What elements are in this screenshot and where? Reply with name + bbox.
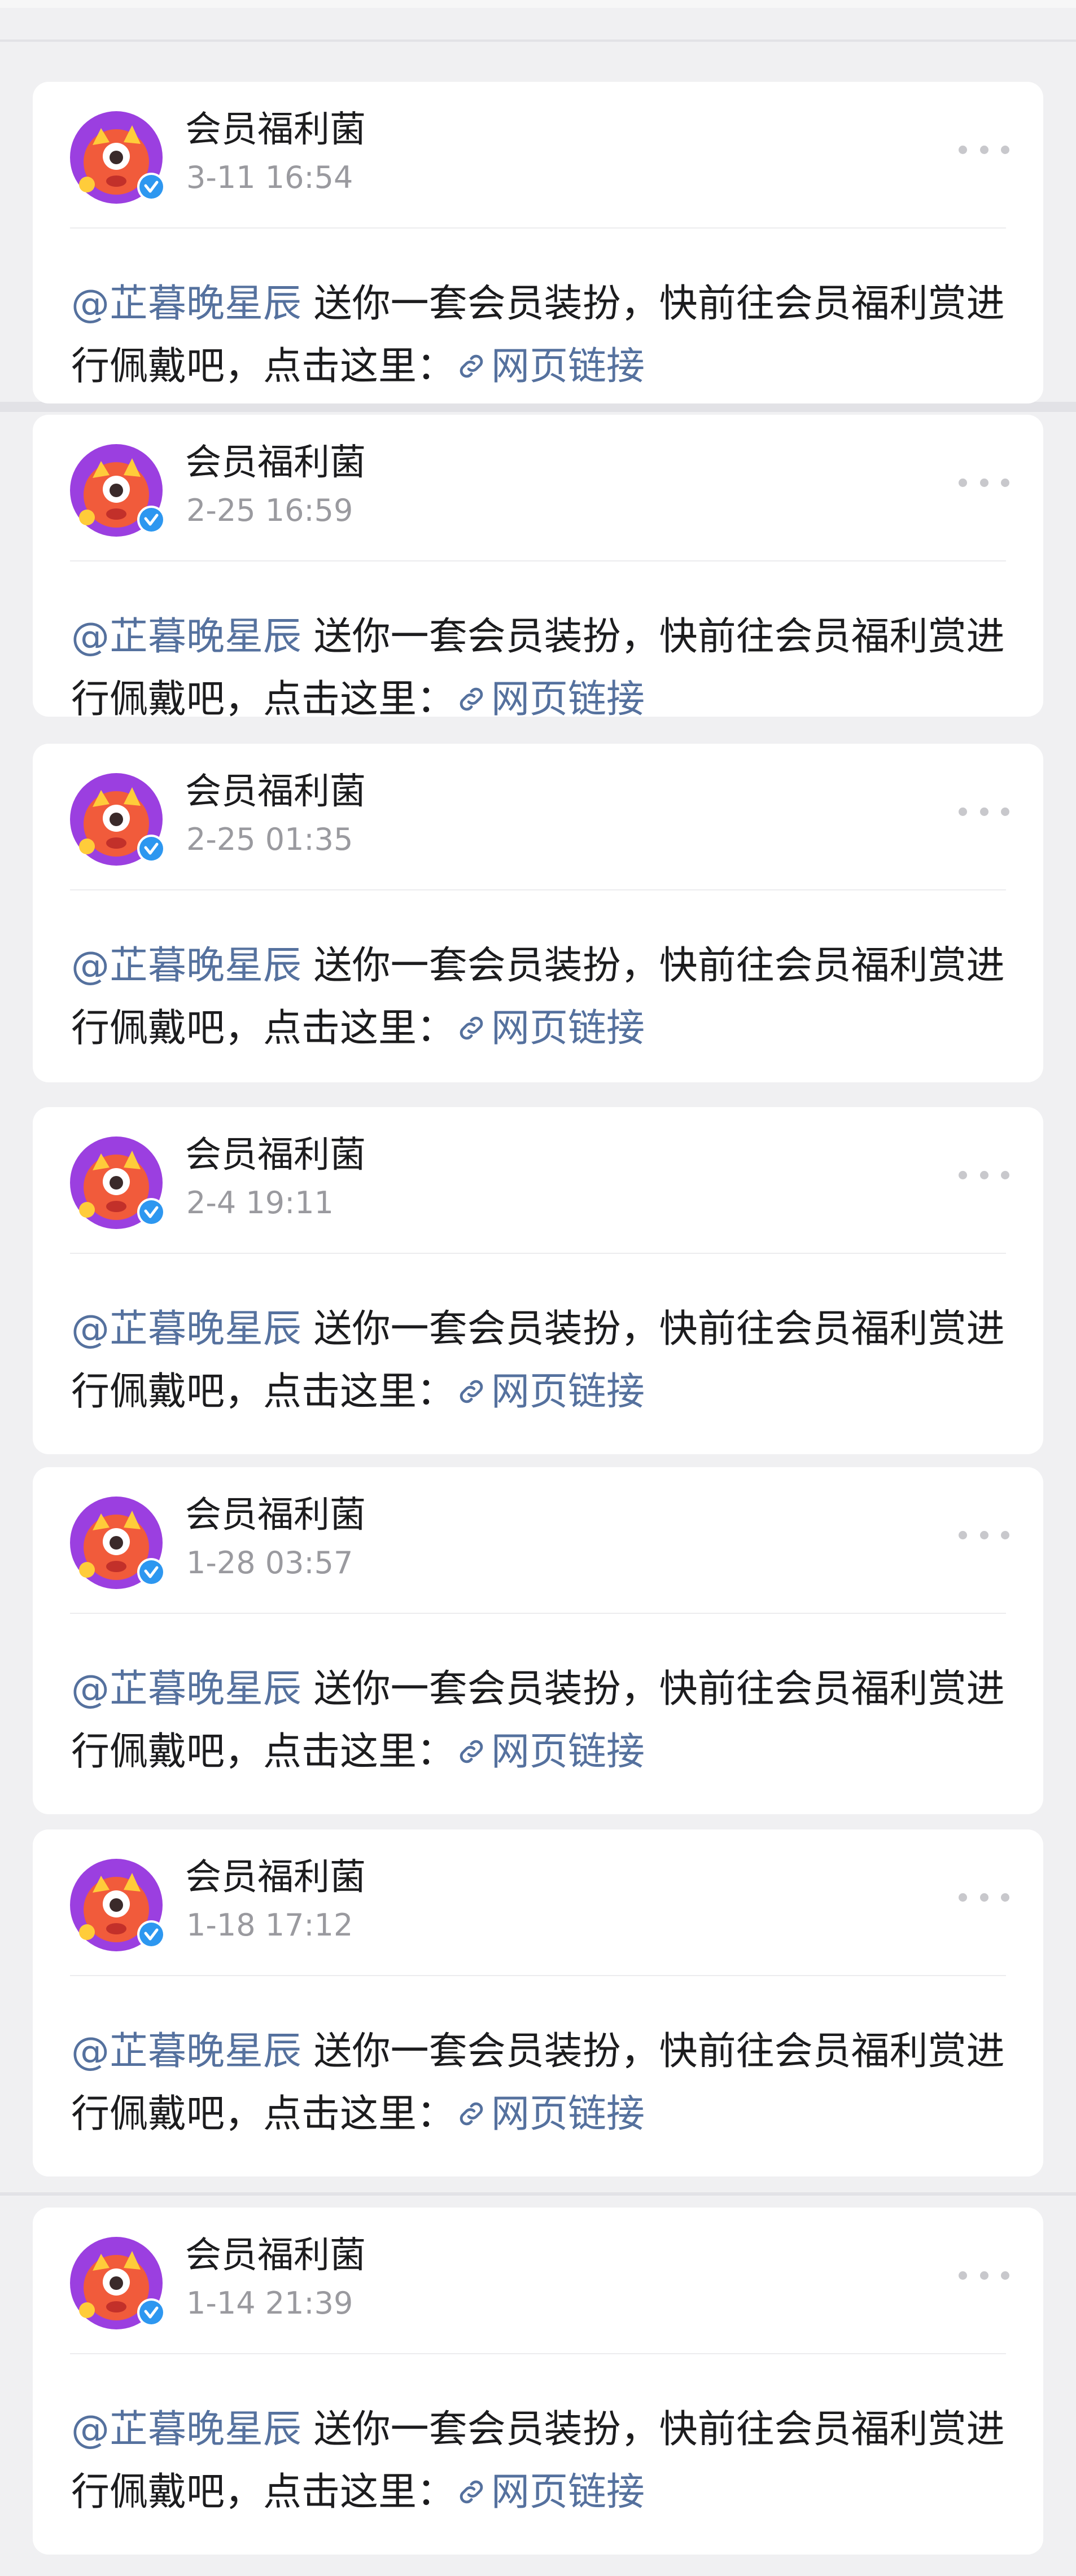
link-icon bbox=[455, 344, 491, 389]
message-text: @芷暮晚星辰 送你一套会员装扮，快前往会员福利赏进行佩戴吧，点击这里： 网页链接 bbox=[71, 1298, 1020, 1423]
message-text: @芷暮晚星辰 送你一套会员装扮，快前往会员福利赏进行佩戴吧，点击这里： 网页链接 bbox=[71, 934, 1020, 1060]
web-link[interactable]: 网页链接 bbox=[455, 677, 645, 717]
message-card[interactable]: 会员福利菌 2-25 01:35 @芷暮晚星辰 送你一套会员装扮，快前往会员福利… bbox=[33, 744, 1043, 1082]
post-time: 1-18 17:12 bbox=[186, 1907, 353, 1943]
post-time: 2-25 01:35 bbox=[186, 822, 353, 857]
top-nav-bar-edge bbox=[0, 0, 1076, 8]
divider bbox=[70, 1613, 1006, 1614]
page-separator bbox=[0, 2192, 1076, 2196]
more-dots-icon[interactable] bbox=[959, 1529, 1009, 1541]
message-card[interactable]: 会员福利菌 1-14 21:39 @芷暮晚星辰 送你一套会员装扮，快前往会员福利… bbox=[33, 2208, 1043, 2555]
avatar[interactable] bbox=[70, 1497, 165, 1590]
web-link-label: 网页链接 bbox=[491, 2470, 645, 2514]
web-link[interactable]: 网页链接 bbox=[455, 2092, 645, 2136]
avatar[interactable] bbox=[70, 773, 165, 866]
message-card[interactable]: 会员福利菌 1-18 17:12 @芷暮晚星辰 送你一套会员装扮，快前往会员福利… bbox=[33, 1829, 1043, 2176]
author-name[interactable]: 会员福利菌 bbox=[185, 104, 366, 155]
mention-link[interactable]: @芷暮晚星辰 bbox=[71, 282, 301, 326]
message-card[interactable]: 会员福利菌 3-11 16:54 @芷暮晚星辰 送你一套会员装扮，快前往会员福利… bbox=[33, 82, 1043, 403]
avatar[interactable] bbox=[70, 444, 165, 537]
mention-link[interactable]: @芷暮晚星辰 bbox=[71, 943, 301, 988]
avatar[interactable] bbox=[70, 1859, 165, 1952]
web-link[interactable]: 网页链接 bbox=[455, 1730, 645, 1774]
web-link[interactable]: 网页链接 bbox=[455, 2470, 645, 2514]
post-time: 2-25 16:59 bbox=[186, 493, 353, 528]
verified-badge-icon bbox=[136, 833, 167, 866]
author-name[interactable]: 会员福利菌 bbox=[185, 1130, 366, 1181]
author-name[interactable]: 会员福利菌 bbox=[185, 1490, 366, 1541]
link-icon bbox=[455, 1730, 491, 1774]
link-icon bbox=[455, 2092, 491, 2136]
link-icon bbox=[455, 2470, 491, 2514]
avatar[interactable] bbox=[70, 1136, 165, 1230]
verified-badge-icon bbox=[136, 1919, 167, 1952]
web-link-label: 网页链接 bbox=[491, 1370, 645, 1414]
more-dots-icon[interactable] bbox=[959, 1892, 1009, 1903]
more-dots-icon[interactable] bbox=[959, 144, 1009, 155]
verified-badge-icon bbox=[136, 504, 167, 537]
web-link-label: 网页链接 bbox=[491, 1006, 645, 1051]
link-icon bbox=[455, 1006, 491, 1051]
mention-link[interactable]: @芷暮晚星辰 bbox=[71, 615, 301, 659]
mention-link[interactable]: @芷暮晚星辰 bbox=[71, 2029, 301, 2074]
link-icon bbox=[455, 1370, 491, 1414]
message-card[interactable]: 会员福利菌 2-4 19:11 @芷暮晚星辰 送你一套会员装扮，快前往会员福利赏… bbox=[33, 1107, 1043, 1454]
more-dots-icon[interactable] bbox=[959, 1169, 1009, 1181]
message-card[interactable]: 会员福利菌 2-25 16:59 @芷暮晚星辰 送你一套会员装扮，快前往会员福利… bbox=[33, 415, 1043, 717]
web-link[interactable]: 网页链接 bbox=[455, 344, 645, 389]
mention-link[interactable]: @芷暮晚星辰 bbox=[71, 1307, 301, 1351]
more-dots-icon[interactable] bbox=[959, 2270, 1009, 2281]
message-text: @芷暮晚星辰 送你一套会员装扮，快前往会员福利赏进行佩戴吧，点击这里： 网页链接 bbox=[71, 2020, 1020, 2145]
divider bbox=[70, 1975, 1006, 1976]
mention-link[interactable]: @芷暮晚星辰 bbox=[71, 2407, 301, 2452]
post-time: 1-28 03:57 bbox=[186, 1545, 353, 1581]
more-dots-icon[interactable] bbox=[959, 806, 1009, 817]
message-text: @芷暮晚星辰 送你一套会员装扮，快前往会员福利赏进行佩戴吧，点击这里： 网页链接 bbox=[71, 273, 1020, 398]
web-link-label: 网页链接 bbox=[491, 677, 645, 717]
post-time: 2-4 19:11 bbox=[186, 1185, 334, 1221]
divider bbox=[70, 560, 1006, 561]
message-text: @芷暮晚星辰 送你一套会员装扮，快前往会员福利赏进行佩戴吧，点击这里： 网页链接 bbox=[71, 605, 1020, 717]
author-name[interactable]: 会员福利菌 bbox=[185, 2230, 366, 2281]
avatar[interactable] bbox=[70, 2237, 165, 2330]
message-text: @芷暮晚星辰 送你一套会员装扮，快前往会员福利赏进行佩戴吧，点击这里： 网页链接 bbox=[71, 1658, 1020, 1783]
post-time: 3-11 16:54 bbox=[186, 160, 353, 195]
post-time: 1-14 21:39 bbox=[186, 2285, 353, 2321]
web-link-label: 网页链接 bbox=[491, 1730, 645, 1774]
message-text: @芷暮晚星辰 送你一套会员装扮，快前往会员福利赏进行佩戴吧，点击这里： 网页链接 bbox=[71, 2398, 1020, 2524]
verified-badge-icon bbox=[136, 1557, 167, 1590]
web-link-label: 网页链接 bbox=[491, 344, 645, 389]
mention-link[interactable]: @芷暮晚星辰 bbox=[71, 1667, 301, 1712]
more-dots-icon[interactable] bbox=[959, 477, 1009, 488]
divider bbox=[70, 889, 1006, 890]
author-name[interactable]: 会员福利菌 bbox=[185, 766, 366, 817]
web-link[interactable]: 网页链接 bbox=[455, 1006, 645, 1051]
divider bbox=[70, 2353, 1006, 2354]
verified-badge-icon bbox=[136, 172, 167, 204]
verified-badge-icon bbox=[136, 2297, 167, 2330]
verified-badge-icon bbox=[136, 1197, 167, 1230]
divider bbox=[70, 227, 1006, 229]
web-link-label: 网页链接 bbox=[491, 2092, 645, 2136]
author-name[interactable]: 会员福利菌 bbox=[185, 437, 366, 488]
author-name[interactable]: 会员福利菌 bbox=[185, 1852, 366, 1903]
web-link[interactable]: 网页链接 bbox=[455, 1370, 645, 1414]
page-separator bbox=[0, 40, 1076, 42]
link-icon bbox=[455, 677, 491, 717]
message-card[interactable]: 会员福利菌 1-28 03:57 @芷暮晚星辰 送你一套会员装扮，快前往会员福利… bbox=[33, 1467, 1043, 1814]
avatar[interactable] bbox=[70, 111, 165, 204]
divider bbox=[70, 1253, 1006, 1254]
